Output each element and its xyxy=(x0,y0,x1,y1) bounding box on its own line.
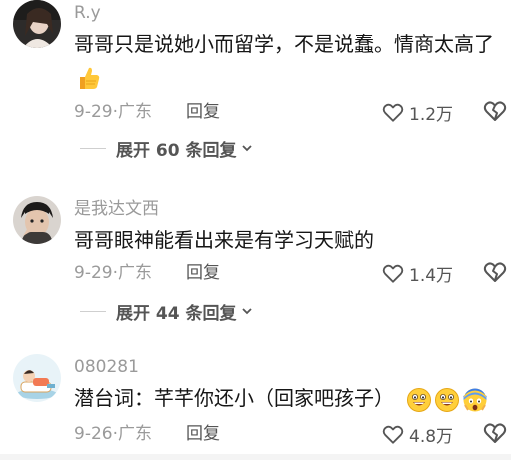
like-button[interactable]: 1.2万 xyxy=(382,99,453,125)
divider-line xyxy=(80,310,106,312)
dislike-button[interactable] xyxy=(483,100,507,124)
expand-replies-label: 展开 60 条回复 xyxy=(116,140,237,161)
like-button[interactable]: 4.8万 xyxy=(382,421,453,447)
like-button[interactable]: 1.4万 xyxy=(382,260,453,286)
heart-icon xyxy=(382,264,404,283)
grin-emoji-icon xyxy=(407,387,432,412)
broken-heart-icon xyxy=(483,423,507,443)
comment-text: 潜台词：芊芊你还小（回家吧孩子） xyxy=(74,384,488,413)
avatar[interactable] xyxy=(13,0,61,48)
comment-location: 广东 xyxy=(118,102,152,122)
expand-replies-label: 展开 44 条回复 xyxy=(116,303,237,324)
comment-meta: 9-29·广东 xyxy=(74,100,152,124)
comment-date: 9-29 xyxy=(74,263,113,283)
heart-icon xyxy=(382,103,404,122)
expand-replies-button[interactable]: 展开 44 条回复 xyxy=(80,299,254,324)
bottom-edge xyxy=(0,454,511,460)
comment-list: R.y 哥哥只是说她小而留学，不是说蠢。情商太高了 9-29·广东 回复 1.2… xyxy=(0,0,511,460)
reply-button[interactable]: 回复 xyxy=(186,261,220,285)
scream-emoji-icon xyxy=(463,388,487,411)
comment-meta: 9-26·广东 xyxy=(74,422,152,446)
reply-button[interactable]: 回复 xyxy=(186,100,220,124)
comment-date: 9-26 xyxy=(74,424,113,444)
like-count: 1.4万 xyxy=(409,265,454,286)
avatar-photo xyxy=(13,0,61,48)
avatar[interactable] xyxy=(13,196,61,244)
username[interactable]: 080281 xyxy=(74,357,139,377)
username[interactable]: 是我达文西 xyxy=(74,199,159,219)
dislike-button[interactable] xyxy=(483,422,507,446)
chevron-down-icon xyxy=(241,145,252,152)
comment-location: 广东 xyxy=(118,263,152,283)
grin-emoji-icon xyxy=(435,387,460,412)
comment-location: 广东 xyxy=(118,424,152,444)
like-count: 4.8万 xyxy=(409,426,454,447)
dislike-button[interactable] xyxy=(483,261,507,285)
chevron-down-icon xyxy=(241,308,252,315)
divider-line xyxy=(80,147,106,149)
thumbs-up-icon xyxy=(74,64,102,96)
avatar-illustration xyxy=(13,354,61,402)
comment-date: 9-29 xyxy=(74,102,113,122)
avatar[interactable] xyxy=(13,354,61,402)
username[interactable]: R.y xyxy=(74,3,101,23)
comment-text: 哥哥眼神能看出来是有学习天赋的 xyxy=(74,228,374,252)
broken-heart-icon xyxy=(483,101,507,121)
reply-button[interactable]: 回复 xyxy=(186,422,220,446)
comment-meta: 9-29·广东 xyxy=(74,261,152,285)
broken-heart-icon xyxy=(483,262,507,282)
comment-text: 哥哥只是说她小而留学，不是说蠢。情商太高了 xyxy=(74,32,494,56)
comment-text-content: 潜台词：芊芊你还小（回家吧孩子） xyxy=(74,386,394,410)
expand-replies-button[interactable]: 展开 60 条回复 xyxy=(80,136,254,161)
like-count: 1.2万 xyxy=(409,104,454,125)
heart-icon xyxy=(382,425,404,444)
avatar-photo xyxy=(13,196,61,244)
